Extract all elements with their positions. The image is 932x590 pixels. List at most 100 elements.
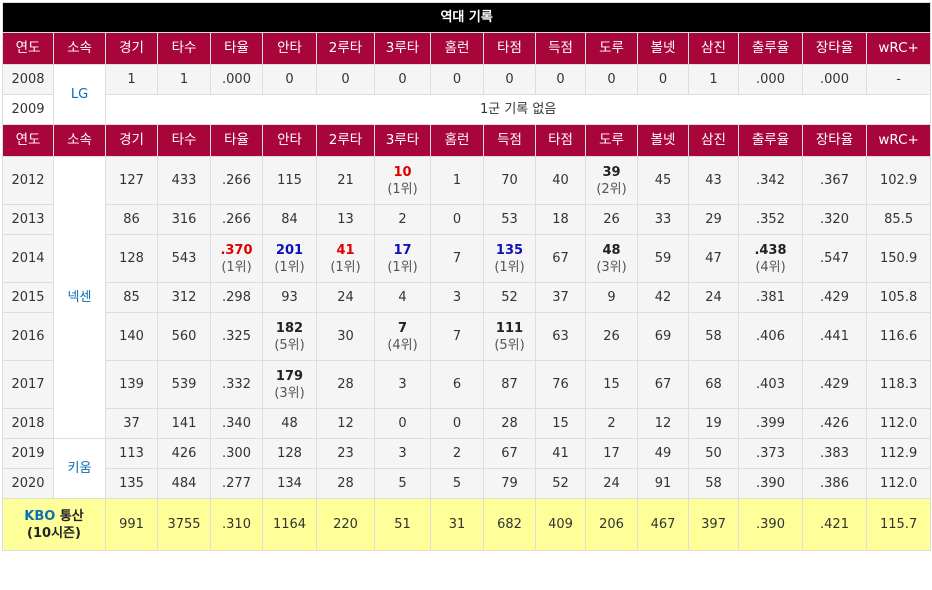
stat-cell: .426 [802,408,867,439]
stat-cell: .352 [738,204,803,235]
stat-cell: 433 [157,156,211,205]
stat-cell: 29 [688,204,739,235]
league-lead-value: 41 [336,242,355,258]
stat-cell: .429 [802,360,867,409]
header-cell: 3루타 [374,124,431,157]
stat-cell: 52 [483,282,536,313]
header-cell: 삼진 [688,32,739,65]
stat-cell: 59 [637,234,689,283]
stat-cell: 85 [105,282,158,313]
stat-cell: 86 [105,204,158,235]
stat-cell: 58 [688,312,739,361]
career-total-label: KBO 통산 (10시즌) [2,498,106,551]
stat-cell: .300 [210,438,263,469]
rank-label: (4위) [387,337,418,353]
stat-cell: 24 [688,282,739,313]
stat-cell: 206 [585,498,638,551]
header-cell: 타수 [157,32,211,65]
stat-cell: 397 [688,498,739,551]
stat-cell: 9 [585,282,638,313]
stat-cell: 58 [688,468,739,499]
stat-cell: 63 [535,312,586,361]
team-cell-kiwoom: 키움 [53,438,106,499]
stat-cell: .390 [738,498,803,551]
stat-cell: 15 [535,408,586,439]
stat-cell: 7 (4위) [374,312,431,361]
header-cell: 도루 [585,32,638,65]
stat-cell: 17 [585,438,638,469]
rank-label: (1위) [274,259,305,275]
stat-cell: 0 [483,64,536,95]
stat-cell: 116.6 [865,312,932,361]
stat-cell: 33 [637,204,689,235]
stat-cell: 484 [157,468,211,499]
stat-cell: 0 [430,204,484,235]
stat-cell: 115 [262,156,317,205]
stat-cell: .000 [738,64,803,95]
season-count: (10시즌) [27,525,81,541]
ranked-value: 182 [275,320,304,336]
year-cell: 2008 [2,64,54,95]
rank-label: (1위) [494,259,525,275]
stat-cell: 52 [535,468,586,499]
stat-cell: 43 [688,156,739,205]
stat-cell: 50 [688,438,739,469]
header-cell: 볼넷 [637,32,689,65]
stat-cell: 70 [483,156,536,205]
ranked-value: 179 [275,368,304,384]
stat-cell: .320 [802,204,867,235]
stat-cell: 30 [316,312,375,361]
stat-cell: 5 [430,468,484,499]
stat-cell: 102.9 [865,156,932,205]
ranked-value: 111 [495,320,524,336]
rank-label: (3위) [596,259,627,275]
table-row: 2009 1군 기록 없음 [2,94,932,125]
ranked-value: .438 [754,242,787,258]
stat-cell: 220 [316,498,375,551]
stat-cell: 3755 [157,498,211,551]
table-row: 2016 140 560 .325 182 (5위) 30 7 (4위) 7 111… [2,312,932,361]
stat-cell: 0 [637,64,689,95]
stat-cell: 67 [483,438,536,469]
rank-label: (1위) [387,259,418,275]
ranked-value: 39 [602,164,621,180]
header-cell: 도루 [585,124,638,157]
stat-cell: 18 [535,204,586,235]
no-record-cell: 1군 기록 없음 [104,94,932,125]
stat-cell: 201 (1위) [262,234,317,283]
stat-cell: 53 [483,204,536,235]
rank-label: (2위) [596,181,627,197]
stat-cell: .441 [802,312,867,361]
stat-cell: 112.9 [865,438,932,469]
team-cell-lg: LG [53,64,106,125]
table-row: 2013 86 316 .266 84 13 2 0 53 18 26 33 2… [2,204,932,235]
stat-cell: 45 [637,156,689,205]
stat-cell: 1 [688,64,739,95]
stat-cell: 0 [585,64,638,95]
header-cell: 안타 [262,124,317,157]
header-cell: wRC+ [865,32,932,65]
stat-cell: 1164 [262,498,317,551]
stat-cell: 10 (1위) [374,156,431,205]
header-cell: 경기 [105,124,158,157]
header-cell: 연도 [2,32,54,65]
stat-cell: 85.5 [865,204,932,235]
stat-cell: .403 [738,360,803,409]
header-cell: 삼진 [688,124,739,157]
header-cell: 홈런 [430,32,484,65]
stat-cell: 128 [262,438,317,469]
stat-cell: 312 [157,282,211,313]
stat-cell: 0 [262,64,317,95]
stat-cell: 76 [535,360,586,409]
year-cell: 2019 [2,438,54,469]
stat-cell: 39 (2위) [585,156,638,205]
header-cell: 경기 [105,32,158,65]
stat-cell: .340 [210,408,263,439]
stat-cell: 0 [316,64,375,95]
stat-cell: .310 [210,498,263,551]
stat-cell: 7 [430,312,484,361]
year-cell: 2017 [2,360,54,409]
stat-cell: 84 [262,204,317,235]
kbo-link[interactable]: KBO [24,509,55,524]
header-cell: 장타율 [802,32,867,65]
